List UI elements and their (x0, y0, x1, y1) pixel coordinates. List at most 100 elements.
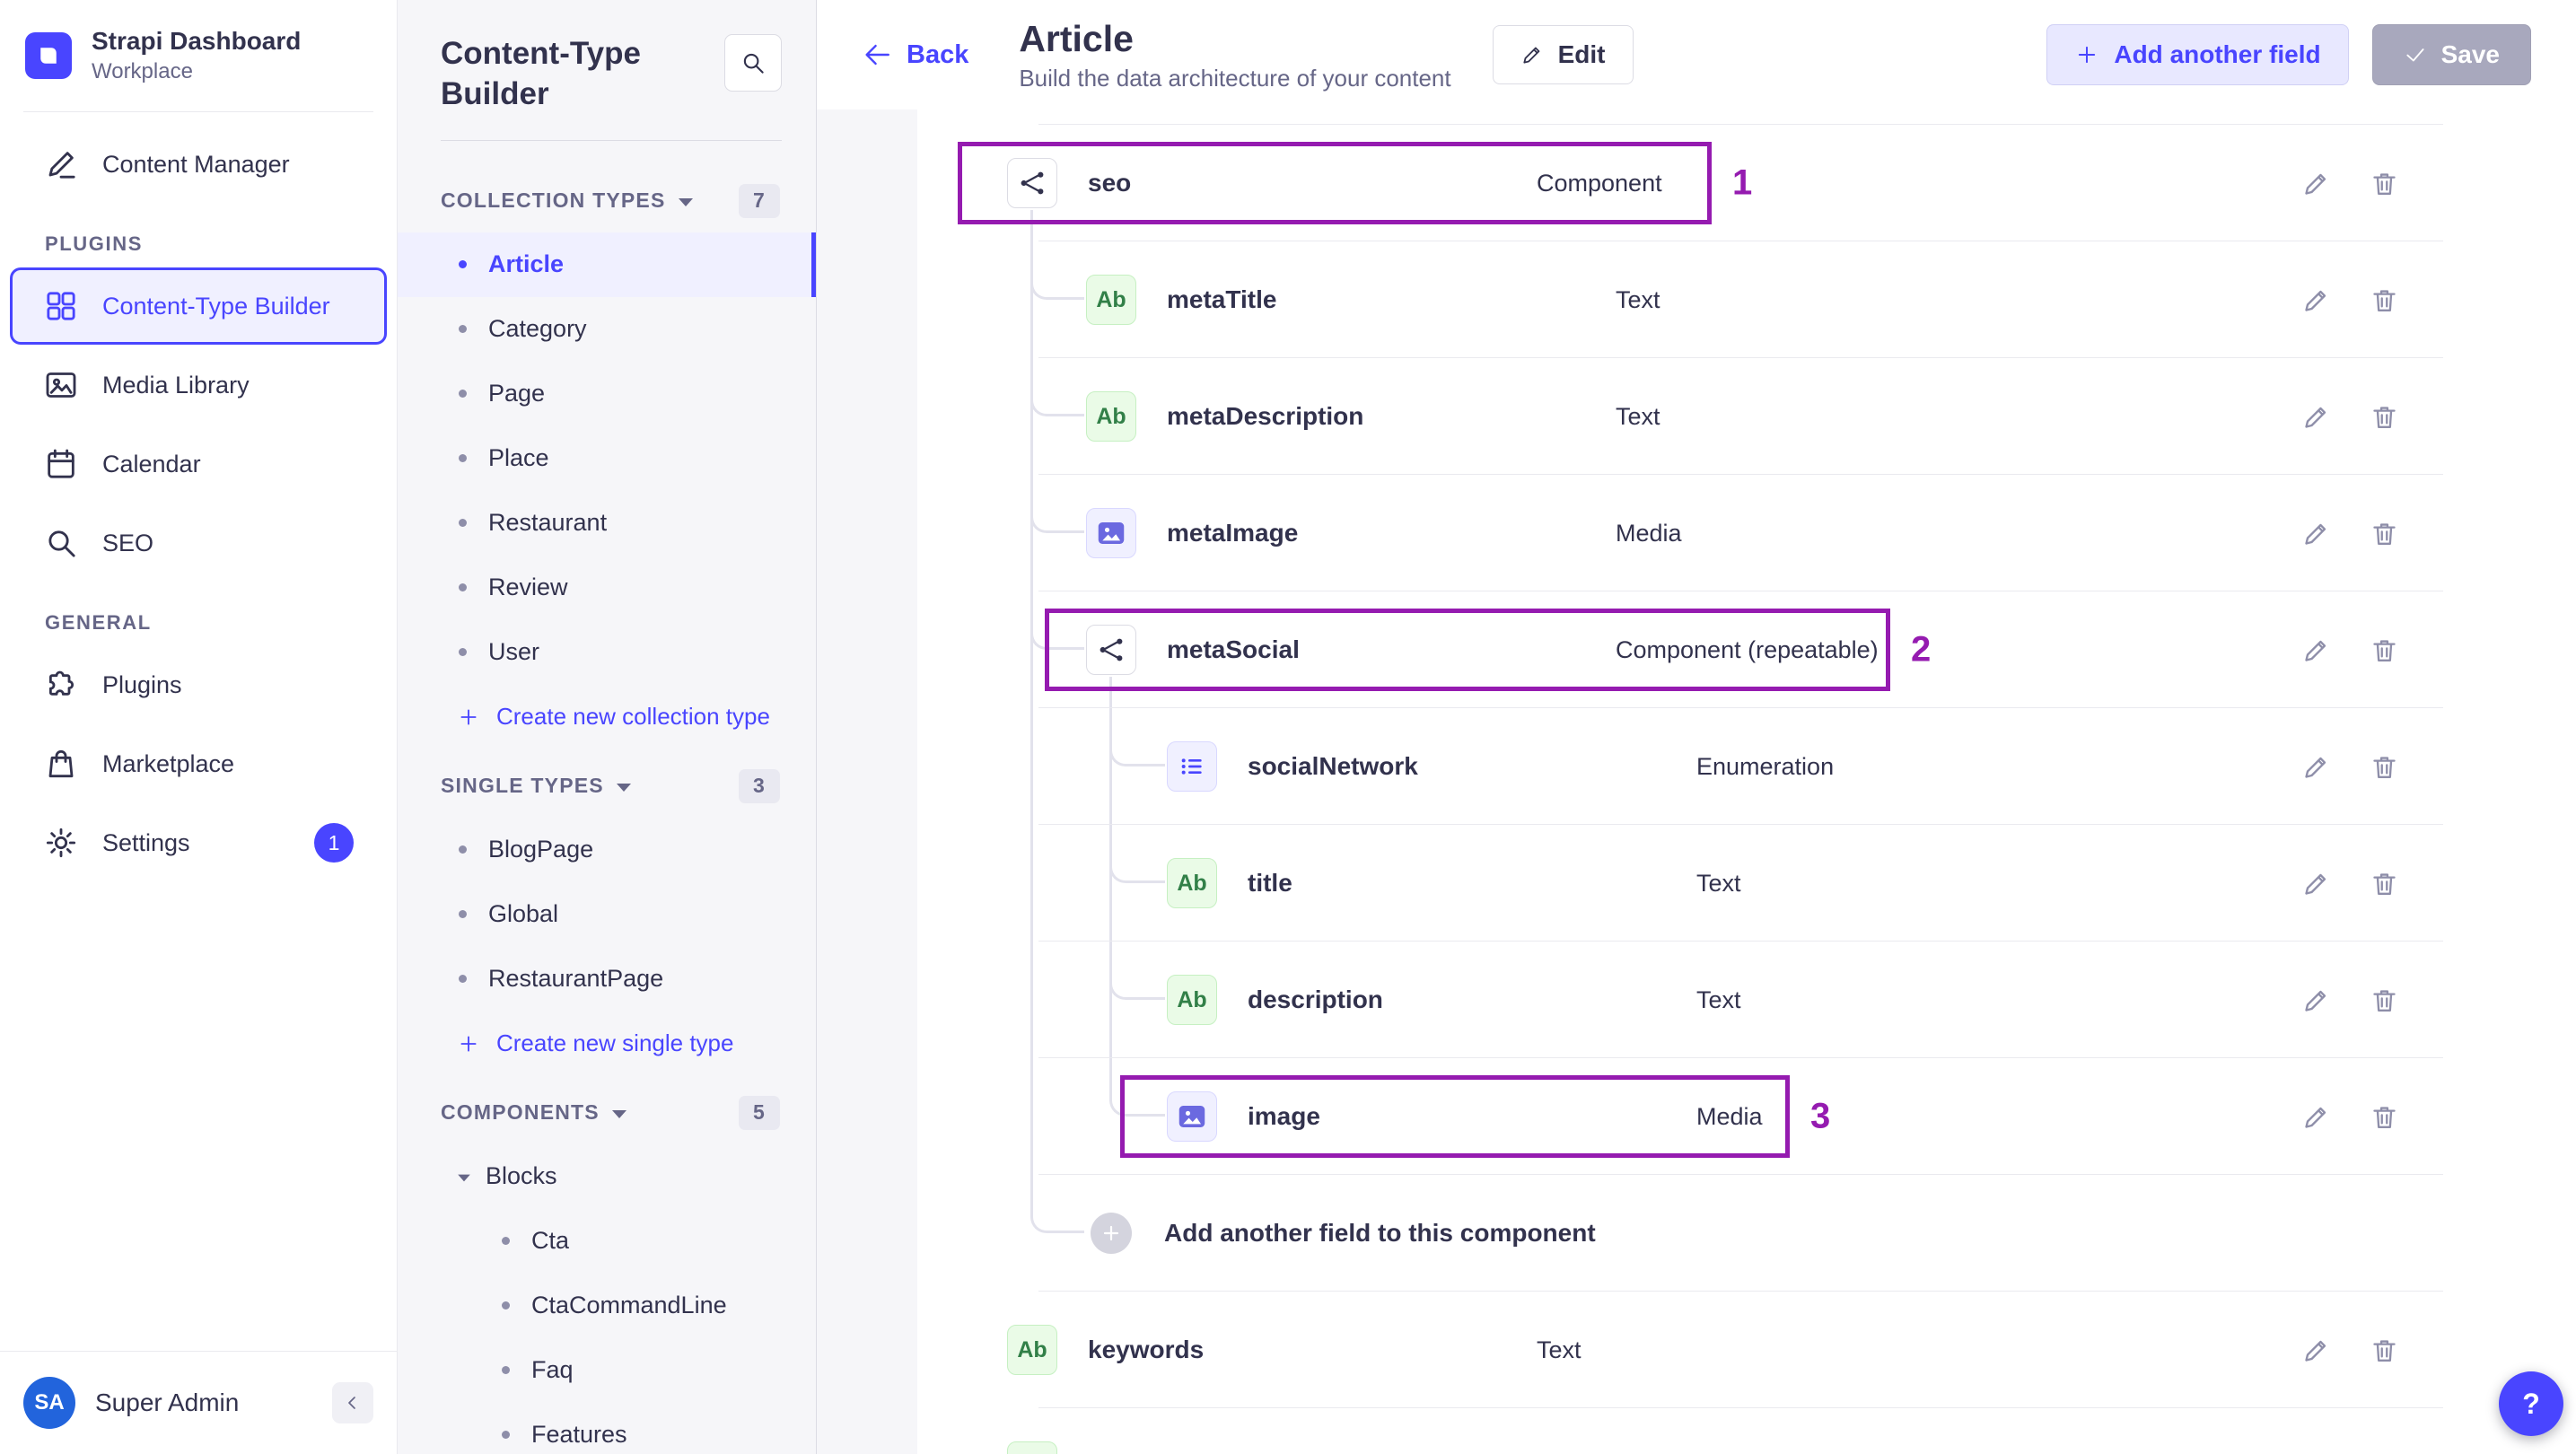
field-row-seo: Ab seo Component 1 (917, 125, 2576, 241)
annotation-number: 1 (1732, 162, 1753, 203)
field-type-icon: Ab (1086, 625, 1136, 675)
single-type-restaurantpage[interactable]: RestaurantPage (398, 947, 816, 1012)
bullet-icon (459, 845, 467, 854)
edit-button[interactable]: Edit (1492, 25, 1634, 84)
delete-field-button[interactable] (2362, 512, 2405, 555)
pencil-icon (1523, 47, 1540, 64)
plus-icon[interactable] (1091, 1213, 1132, 1254)
field-row-metadescription: Ab metaDescription Text (917, 358, 2576, 475)
edit-field-button[interactable] (2294, 1445, 2337, 1454)
collection-type-place[interactable]: Place (398, 426, 816, 491)
strapi-logo-icon (25, 32, 72, 79)
section-collection-types[interactable]: COLLECTION TYPES 7 (398, 164, 816, 232)
delete-field-button[interactable] (2362, 862, 2405, 905)
field-type: Component (repeatable) (1616, 635, 1879, 663)
settings-badge: 1 (314, 823, 354, 863)
search-button[interactable] (724, 34, 782, 92)
sidebar-item-media-library[interactable]: Media Library (13, 349, 384, 421)
trash-icon (2372, 289, 2396, 311)
delete-field-button[interactable] (2362, 745, 2405, 788)
field-type: Text (1616, 285, 1660, 313)
delete-field-button[interactable] (2362, 628, 2405, 671)
field-row-socialnetwork: Ab socialNetwork Enumeration (917, 708, 2576, 825)
sidebar-item-settings[interactable]: Settings 1 (13, 807, 384, 879)
component-cta[interactable]: Cta (398, 1209, 816, 1274)
delete-field-button[interactable] (2362, 1095, 2405, 1138)
edit-field-button[interactable] (2294, 512, 2337, 555)
delete-field-button[interactable] (2362, 162, 2405, 205)
collection-type-user[interactable]: User (398, 620, 816, 685)
sidebar-item-seo[interactable]: SEO (13, 507, 384, 579)
pencil-icon (2304, 407, 2326, 428)
collection-type-page[interactable]: Page (398, 362, 816, 426)
pencil-icon (2304, 523, 2326, 545)
sidebar-item-plugins[interactable]: Plugins (13, 649, 384, 721)
collapse-sidebar-button[interactable] (332, 1382, 373, 1423)
pencil-icon (2304, 990, 2326, 1012)
field-type-icon: Ab (1167, 741, 1217, 792)
back-link[interactable]: Back (862, 39, 968, 70)
component-group-blocks[interactable]: Blocks (398, 1144, 816, 1209)
component-features[interactable]: Features (398, 1403, 816, 1454)
trash-icon (2372, 1106, 2396, 1128)
bullet-icon (459, 519, 467, 528)
avatar[interactable]: SA (23, 1377, 75, 1429)
help-button[interactable]: ? (2499, 1371, 2563, 1436)
shopping-bag-icon (48, 749, 74, 778)
plus-icon (460, 1036, 477, 1052)
field-name: socialNetwork (1248, 752, 1418, 780)
nav-label: Content-Type Builder (102, 292, 330, 320)
delete-field-button[interactable] (2362, 1328, 2405, 1371)
add-another-field-button[interactable]: Add another field (2046, 24, 2349, 85)
collection-type-review[interactable]: Review (398, 556, 816, 620)
edit-field-button[interactable] (2294, 162, 2337, 205)
section-single-types[interactable]: SINGLE TYPES 3 (398, 749, 816, 818)
item-label: CtaCommandLine (531, 1292, 727, 1319)
plus-icon (2079, 46, 2096, 64)
bullet-icon (459, 975, 467, 984)
edit-field-button[interactable] (2294, 978, 2337, 1021)
delete-field-button[interactable] (2362, 978, 2405, 1021)
edit-field-button[interactable] (2294, 1328, 2337, 1371)
create-single-type-link[interactable]: Create new single type (398, 1012, 816, 1076)
pencil-icon (2304, 757, 2326, 778)
component-faq[interactable]: Faq (398, 1338, 816, 1403)
add-field-to-component-row[interactable]: Add another field to this component (917, 1175, 2576, 1292)
field-name: image (1248, 1102, 1320, 1130)
sidebar-item-marketplace[interactable]: Marketplace (13, 728, 384, 800)
collection-type-article[interactable]: Article (398, 232, 816, 297)
save-button[interactable]: Save (2371, 24, 2531, 85)
single-type-blogpage[interactable]: BlogPage (398, 818, 816, 882)
edit-field-button[interactable] (2294, 1095, 2337, 1138)
component-ctacommandline[interactable]: CtaCommandLine (398, 1274, 816, 1338)
nav-label: Plugins (102, 670, 182, 698)
edit-field-button[interactable] (2294, 628, 2337, 671)
edit-field-button[interactable] (2294, 278, 2337, 321)
sidebar-item-content-type-builder[interactable]: Content-Type Builder (13, 270, 384, 342)
field-type: Component (1537, 169, 1662, 197)
create-collection-type-link[interactable]: Create new collection type (398, 685, 816, 749)
subnav-title: Content-Type Builder (441, 36, 641, 111)
page-subtitle: Build the data architecture of your cont… (1019, 64, 1451, 92)
field-row-image: Ab image Media 3 (917, 1058, 2576, 1175)
delete-field-button[interactable] (2362, 395, 2405, 438)
collection-type-restaurant[interactable]: Restaurant (398, 491, 816, 556)
delete-field-button[interactable] (2362, 278, 2405, 321)
bullet-icon (459, 390, 467, 399)
user-name: Super Admin (95, 1388, 240, 1416)
brand: Strapi Dashboard Workplace (0, 0, 397, 111)
field-type: Media (1696, 1102, 1763, 1130)
edit-field-button[interactable] (2294, 745, 2337, 788)
sidebar-item-content-manager[interactable]: Content Manager (13, 128, 384, 200)
single-type-global[interactable]: Global (398, 882, 816, 947)
sidebar-item-calendar[interactable]: Calendar (13, 428, 384, 500)
field-row-title: Ab title Text (917, 825, 2576, 942)
delete-field-button[interactable] (2362, 1445, 2405, 1454)
chevron-down-icon (458, 1174, 470, 1181)
bullet-icon (502, 1301, 510, 1310)
edit-field-button[interactable] (2294, 862, 2337, 905)
section-components[interactable]: COMPONENTS 5 (398, 1076, 816, 1144)
collection-type-category[interactable]: Category (398, 297, 816, 362)
edit-field-button[interactable] (2294, 395, 2337, 438)
field-name: seo (1088, 169, 1132, 197)
